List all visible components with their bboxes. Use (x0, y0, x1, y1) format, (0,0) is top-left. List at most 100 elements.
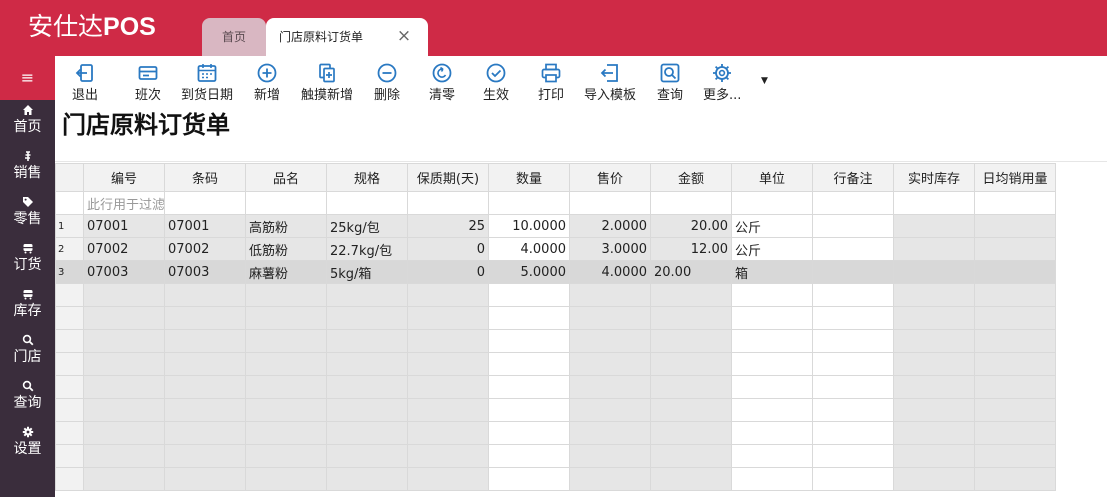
empty-cell[interactable] (83, 444, 165, 468)
empty-cell[interactable] (164, 467, 246, 491)
empty-cell[interactable] (731, 329, 813, 353)
empty-row[interactable] (55, 283, 1056, 307)
cell-amount[interactable]: 20.00 (650, 214, 732, 238)
filter-cell[interactable] (326, 191, 408, 215)
cell-remark[interactable] (812, 214, 894, 238)
empty-cell[interactable] (893, 421, 975, 445)
empty-cell[interactable] (731, 375, 813, 399)
delete-button[interactable]: 删除 (374, 62, 400, 112)
empty-cell[interactable] (974, 375, 1056, 399)
filter-cell[interactable] (731, 191, 813, 215)
empty-cell[interactable] (569, 398, 651, 422)
empty-cell[interactable] (488, 329, 570, 353)
cell-spec[interactable]: 25kg/包 (326, 214, 408, 238)
empty-cell[interactable] (245, 467, 327, 491)
empty-cell[interactable] (893, 283, 975, 307)
cell-stock[interactable] (893, 214, 975, 238)
empty-cell[interactable] (812, 444, 894, 468)
column-header-name[interactable]: 品名 (245, 163, 327, 192)
table-row[interactable]: 1 07001 07001 高筋粉 25kg/包 25 10.0000 2.00… (55, 214, 1056, 238)
column-header-code[interactable]: 编号 (83, 163, 165, 192)
empty-cell[interactable] (326, 375, 408, 399)
empty-cell[interactable] (569, 421, 651, 445)
empty-cell[interactable] (731, 306, 813, 330)
empty-cell[interactable] (164, 398, 246, 422)
column-header-price[interactable]: 售价 (569, 163, 651, 192)
empty-cell[interactable] (326, 329, 408, 353)
empty-row[interactable] (55, 306, 1056, 330)
more-button[interactable]: 更多... (703, 62, 741, 112)
column-header-barcode[interactable]: 条码 (164, 163, 246, 192)
touch-add-button[interactable]: 触摸新增 (301, 62, 353, 112)
empty-cell[interactable] (812, 329, 894, 353)
cell-barcode[interactable]: 07002 (164, 237, 246, 261)
cell-unit[interactable]: 公斤 (731, 214, 813, 238)
empty-cell[interactable] (974, 398, 1056, 422)
empty-cell[interactable] (83, 421, 165, 445)
filter-cell[interactable] (569, 191, 651, 215)
empty-cell[interactable] (488, 306, 570, 330)
empty-cell[interactable] (407, 467, 489, 491)
empty-row[interactable] (55, 329, 1056, 353)
empty-cell[interactable] (812, 467, 894, 491)
empty-cell[interactable] (812, 352, 894, 376)
empty-cell[interactable] (974, 444, 1056, 468)
empty-cell[interactable] (650, 398, 732, 422)
empty-cell[interactable] (326, 398, 408, 422)
cell-daily-usage[interactable] (974, 260, 1056, 284)
column-header-spec[interactable]: 规格 (326, 163, 408, 192)
empty-cell[interactable] (164, 283, 246, 307)
shift-button[interactable]: 班次 (135, 62, 161, 112)
empty-cell[interactable] (326, 352, 408, 376)
cell-daily-usage[interactable] (974, 237, 1056, 261)
cell-shelf-life[interactable]: 0 (407, 260, 489, 284)
cell-code[interactable]: 07003 (83, 260, 165, 284)
empty-cell[interactable] (569, 352, 651, 376)
cell-shelf-life[interactable]: 25 (407, 214, 489, 238)
sidebar-item-order[interactable]: 订货 (0, 238, 55, 284)
filter-cell[interactable] (893, 191, 975, 215)
cell-quantity[interactable]: 10.0000 (488, 214, 570, 238)
empty-cell[interactable] (569, 283, 651, 307)
column-header-amount[interactable]: 金额 (650, 163, 732, 192)
column-header-daily-usage[interactable]: 日均销用量 (974, 163, 1056, 192)
empty-cell[interactable] (650, 421, 732, 445)
cell-daily-usage[interactable] (974, 214, 1056, 238)
sidebar-item-retail[interactable]: 零售 (0, 192, 55, 238)
empty-cell[interactable] (83, 306, 165, 330)
filter-input[interactable]: 此行用于过滤 (83, 191, 165, 215)
empty-cell[interactable] (488, 283, 570, 307)
exit-button[interactable]: 退出 (72, 62, 98, 112)
empty-cell[interactable] (407, 444, 489, 468)
empty-cell[interactable] (83, 467, 165, 491)
column-header-unit[interactable]: 单位 (731, 163, 813, 192)
empty-cell[interactable] (164, 375, 246, 399)
empty-cell[interactable] (245, 352, 327, 376)
empty-cell[interactable] (731, 398, 813, 422)
empty-cell[interactable] (812, 398, 894, 422)
empty-cell[interactable] (488, 352, 570, 376)
query-button[interactable]: 查询 (657, 62, 683, 112)
table-row[interactable]: 2 07002 07002 低筋粉 22.7kg/包 0 4.0000 3.00… (55, 237, 1056, 261)
empty-cell[interactable] (569, 375, 651, 399)
cell-quantity[interactable]: 4.0000 (488, 237, 570, 261)
empty-cell[interactable] (650, 352, 732, 376)
empty-cell[interactable] (245, 421, 327, 445)
close-icon[interactable]: × (396, 18, 412, 56)
cell-remark[interactable] (812, 260, 894, 284)
empty-cell[interactable] (974, 306, 1056, 330)
import-template-button[interactable]: 导入模板 (584, 62, 636, 112)
column-header-quantity[interactable]: 数量 (488, 163, 570, 192)
cell-stock[interactable] (893, 260, 975, 284)
empty-cell[interactable] (569, 329, 651, 353)
empty-cell[interactable] (893, 306, 975, 330)
cell-name[interactable]: 高筋粉 (245, 214, 327, 238)
empty-cell[interactable] (245, 283, 327, 307)
empty-cell[interactable] (83, 329, 165, 353)
empty-cell[interactable] (83, 398, 165, 422)
cell-code[interactable]: 07002 (83, 237, 165, 261)
empty-cell[interactable] (164, 306, 246, 330)
empty-cell[interactable] (569, 306, 651, 330)
empty-row[interactable] (55, 398, 1056, 422)
empty-cell[interactable] (650, 375, 732, 399)
